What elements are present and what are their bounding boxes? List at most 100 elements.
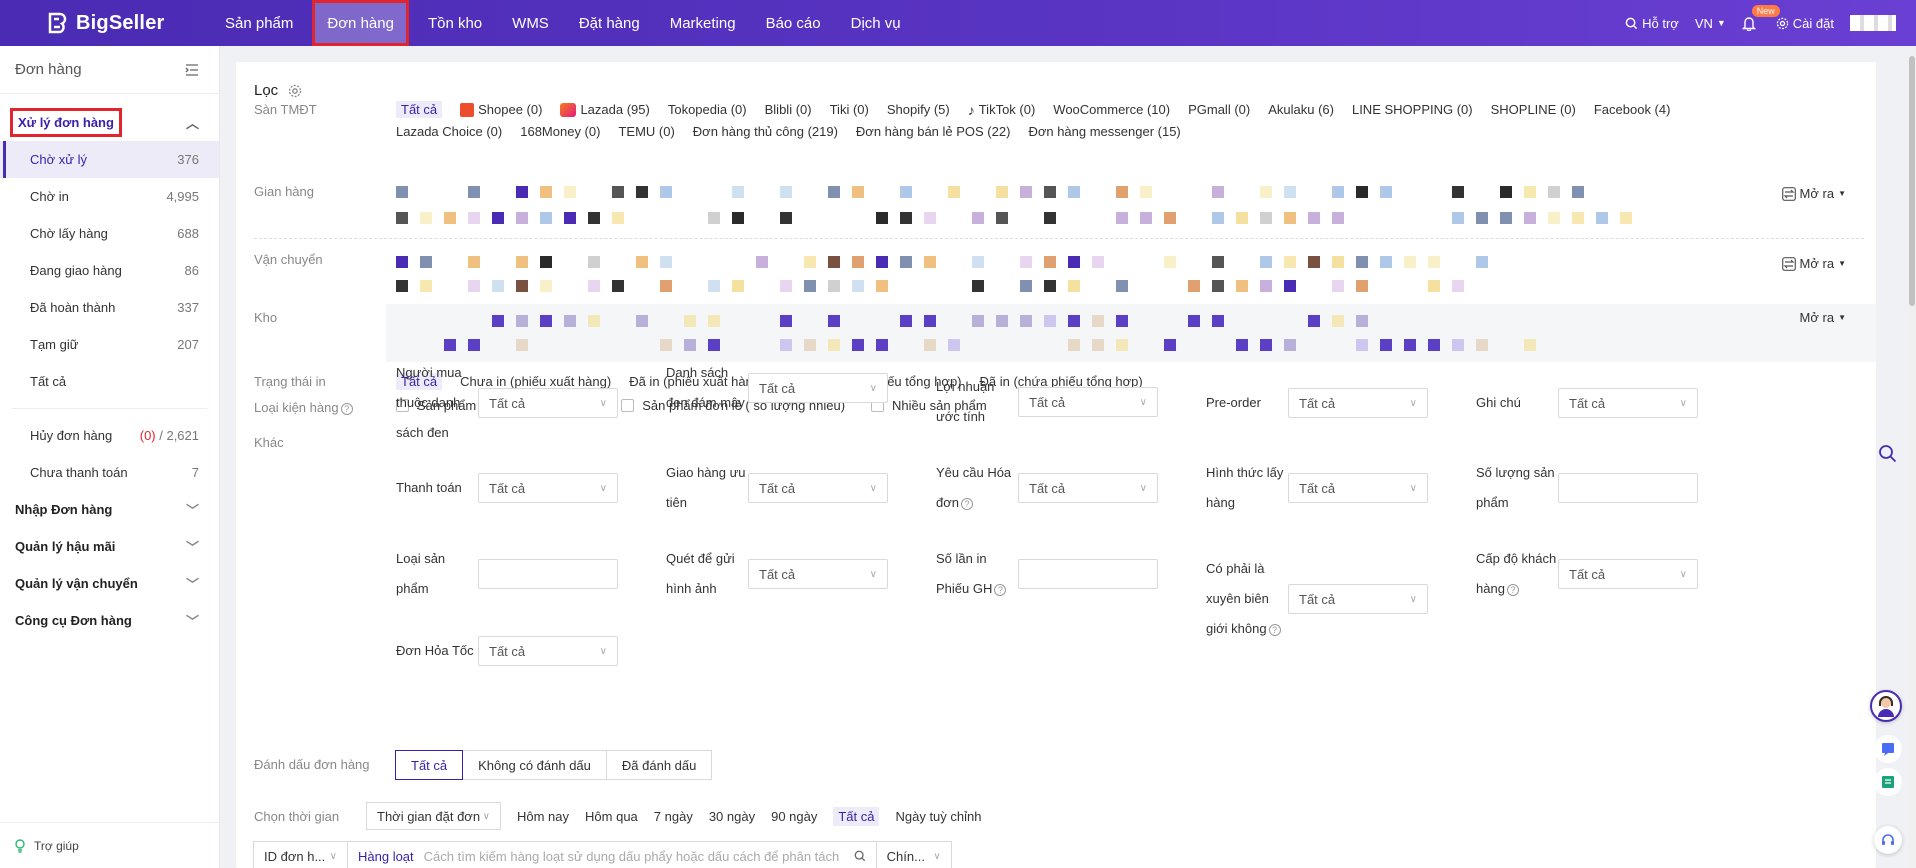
sidebar-item-cancelled[interactable]: Hủy đơn hàng (0) / 2,621 <box>0 417 219 454</box>
platform-chip-lazada[interactable]: Lazada (95) <box>560 101 650 118</box>
print-times-input[interactable] <box>1018 559 1158 589</box>
nav-wms[interactable]: WMS <box>497 0 564 46</box>
platform-chip-facebook[interactable]: Facebook (4) <box>1594 101 1671 118</box>
language-selector[interactable]: VN ▼ <box>1695 16 1726 31</box>
warehouse-expand-button[interactable]: Mở ra ▼ <box>1800 310 1846 325</box>
warehouse-list-pixelated[interactable] <box>396 315 1538 351</box>
shipping-list-pixelated[interactable] <box>396 256 1490 292</box>
platform-chip-lazada-choice[interactable]: Lazada Choice (0) <box>396 124 502 139</box>
mark-all-button[interactable]: Tất cả <box>395 750 464 780</box>
search-input[interactable]: Hàng loạt Cách tìm kiếm hàng loạt sử dụn… <box>347 841 877 868</box>
pickup-select[interactable]: Tất cả ∨ <box>1288 473 1428 503</box>
cross-border-select[interactable]: Tất cả ∨ <box>1288 584 1428 614</box>
sidebar-group-shipping-mgmt[interactable]: Quản lý vận chuyển ﹀ <box>0 565 219 602</box>
store-expand-button[interactable]: Mở ra ▼ <box>1781 186 1846 201</box>
platform-chip-line-shopping[interactable]: LINE SHOPPING (0) <box>1352 101 1473 118</box>
platform-chip-shopify[interactable]: Shopify (5) <box>887 101 950 118</box>
search-icon[interactable] <box>854 850 866 862</box>
sidebar-item-to-print[interactable]: Chờ in 4,995 <box>0 178 219 215</box>
sidebar-item-to-pickup[interactable]: Chờ lấy hàng 688 <box>0 215 219 252</box>
sidebar-item-completed[interactable]: Đã hoàn thành 337 <box>0 289 219 326</box>
platform-chip-messenger[interactable]: Đơn hàng messenger (15) <box>1028 124 1180 139</box>
platform-chip-akulaku[interactable]: Akulaku (6) <box>1268 101 1334 118</box>
help-icon[interactable]: ? <box>340 402 353 415</box>
nav-purchase[interactable]: Đặt hàng <box>564 0 655 46</box>
nav-marketing[interactable]: Marketing <box>655 0 751 46</box>
platform-chip-pgmall[interactable]: PGmall (0) <box>1188 101 1250 118</box>
nav-orders[interactable]: Đơn hàng <box>312 0 409 46</box>
support-link[interactable]: Hỗ trợ <box>1625 16 1679 31</box>
platform-chip-tiktok[interactable]: ♪ TikTok (0) <box>968 101 1036 118</box>
platform-chip-pos[interactable]: Đơn hàng bán lẻ POS (22) <box>856 124 1011 139</box>
platform-chip-woocommerce[interactable]: WooCommerce (10) <box>1053 101 1170 118</box>
nav-products[interactable]: Sản phẩm <box>210 0 308 46</box>
platform-chip-temu[interactable]: TEMU (0) <box>618 124 674 139</box>
invoice-select[interactable]: Tất cả ∨ <box>1018 473 1158 503</box>
time-90-days[interactable]: 90 ngày <box>771 809 817 824</box>
quantity-input[interactable] <box>1558 473 1698 503</box>
platform-chip-shopline[interactable]: SHOPLINE (0) <box>1491 101 1576 118</box>
platform-chip-tokopedia[interactable]: Tokopedia (0) <box>668 101 747 118</box>
preorder-select[interactable]: Tất cả ∨ <box>1288 388 1428 418</box>
help-link[interactable]: Trợ giúp <box>0 822 219 868</box>
platform-chip-all[interactable]: Tất cả <box>396 101 443 118</box>
shipping-expand-button[interactable]: Mở ra ▼ <box>1781 256 1846 271</box>
sidebar-item-unpaid[interactable]: Chưa thanh toán 7 <box>0 454 219 491</box>
time-yesterday[interactable]: Hôm qua <box>585 809 638 824</box>
product-type-input[interactable] <box>478 559 618 589</box>
profit-select[interactable]: Tất cả ∨ <box>1018 387 1158 417</box>
time-30-days[interactable]: 30 ngày <box>709 809 755 824</box>
platform-chip-manual[interactable]: Đơn hàng thủ công (219) <box>693 124 838 139</box>
platform-chip-shopee[interactable]: Shopee (0) <box>460 101 542 118</box>
time-all[interactable]: Tất cả <box>833 806 880 826</box>
blacklist-buyer-select[interactable]: Tất cả ∨ <box>478 388 618 418</box>
marked-button[interactable]: Đã đánh dấu <box>605 750 713 780</box>
brand-logo[interactable]: BigSeller <box>0 11 210 35</box>
customer-level-select[interactable]: Tất cả ∨ <box>1558 559 1698 589</box>
search-field-select[interactable]: ID đơn h... ∨ <box>253 841 348 868</box>
mark-none-button[interactable]: Không có đánh dấu <box>462 750 607 780</box>
note-select[interactable]: Tất cả ∨ <box>1558 388 1698 418</box>
help-icon[interactable]: ? <box>1506 583 1519 596</box>
store-list-pixelated[interactable] <box>396 186 1634 224</box>
time-today[interactable]: Hôm nay <box>517 809 569 824</box>
help-icon[interactable]: ? <box>961 497 973 510</box>
user-menu[interactable] <box>1850 15 1896 31</box>
match-mode-select[interactable]: Chín... ∨ <box>875 841 952 868</box>
help-icon[interactable]: ? <box>994 583 1007 596</box>
collapse-menu-icon[interactable] <box>185 63 199 76</box>
sidebar-item-on-hold[interactable]: Tạm giữ 207 <box>0 326 219 363</box>
notes-button[interactable] <box>1874 768 1902 796</box>
scan-photo-select[interactable]: Tất cả ∨ <box>748 559 888 589</box>
platform-chip-tiki[interactable]: Tiki (0) <box>830 101 869 118</box>
nav-inventory[interactable]: Tồn kho <box>413 0 497 46</box>
gear-icon[interactable] <box>288 84 302 98</box>
sidebar-group-order-processing[interactable]: Xử lý đơn hàng ︿ <box>0 104 219 141</box>
search-float-button[interactable] <box>1874 440 1902 468</box>
sidebar-group-after-sales[interactable]: Quản lý hậu mãi ﹀ <box>0 528 219 565</box>
headset-button[interactable] <box>1874 826 1902 854</box>
platform-chip-blibli[interactable]: Blibli (0) <box>765 101 812 118</box>
notifications-button[interactable]: New <box>1741 5 1780 32</box>
express-select[interactable]: Tất cả ∨ <box>478 636 618 666</box>
time-type-select[interactable]: Thời gian đặt đơn ∨ <box>366 802 501 830</box>
nav-reports[interactable]: Báo cáo <box>751 0 836 46</box>
sidebar-item-pending[interactable]: Chờ xử lý 376 <box>0 141 219 178</box>
bulk-search-link[interactable]: Hàng loạt <box>358 849 414 864</box>
cloud-blacklist-select[interactable]: Tất cả ∨ <box>748 373 888 403</box>
time-7-days[interactable]: 7 ngày <box>654 809 693 824</box>
settings-button[interactable]: Cài đặt <box>1776 16 1834 31</box>
assistant-avatar-button[interactable] <box>1870 690 1902 722</box>
platform-chip-168money[interactable]: 168Money (0) <box>520 124 600 139</box>
sidebar-group-import[interactable]: Nhập Đơn hàng ﹀ <box>0 491 219 528</box>
feedback-button[interactable] <box>1874 735 1902 763</box>
sidebar-item-shipping[interactable]: Đang giao hàng 86 <box>0 252 219 289</box>
checkbox[interactable] <box>621 399 635 412</box>
priority-select[interactable]: Tất cả ∨ <box>748 473 888 503</box>
sidebar-item-all[interactable]: Tất cả <box>0 363 219 400</box>
sidebar-group-order-tools[interactable]: Công cụ Đơn hàng ﹀ <box>0 602 219 639</box>
payment-select[interactable]: Tất cả ∨ <box>478 473 618 503</box>
nav-services[interactable]: Dịch vụ <box>836 0 916 46</box>
time-custom[interactable]: Ngày tuỳ chỉnh <box>895 809 981 824</box>
help-icon[interactable]: ? <box>1268 623 1281 636</box>
